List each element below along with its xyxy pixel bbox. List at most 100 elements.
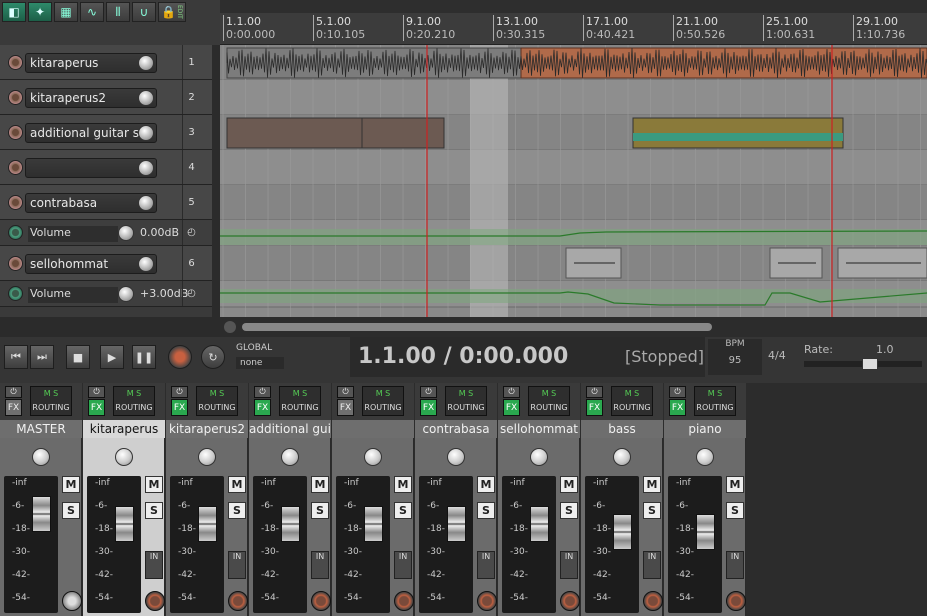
mixer-strip[interactable]: ⏻ FX M S ROUTING sellohommat -inf -6- -18- -30- -…	[498, 383, 580, 616]
power-icon[interactable]: ⏻	[337, 386, 354, 398]
volume-knob[interactable]	[138, 255, 154, 272]
routing-button[interactable]: M S ROUTING	[445, 386, 487, 416]
mixer-strip[interactable]: ⏻ FX M S ROUTING kitaraperus2 -inf -6- -18- -30-…	[166, 383, 248, 616]
scroll-left-icon[interactable]	[224, 321, 236, 333]
fx-button[interactable]: FX	[586, 399, 603, 416]
toolbar-icon-1[interactable]: ◧	[2, 2, 26, 22]
input-button[interactable]: IN	[145, 551, 163, 579]
record-arm-button[interactable]	[726, 591, 746, 611]
mixer-strip[interactable]: ⏻ FX M S ROUTING bass -inf -6- -18- -30- -42- -54-…	[581, 383, 663, 616]
envelope-arm-button[interactable]	[8, 225, 23, 240]
record-arm-button[interactable]	[8, 89, 23, 105]
horizontal-scrollbar[interactable]	[220, 317, 927, 337]
toolbar-icon-4[interactable]: ∿	[80, 2, 104, 22]
routing-button[interactable]: M S ROUTING	[30, 386, 72, 416]
pan-knob[interactable]	[198, 448, 216, 466]
track-row[interactable]: kitaraperus2 2	[0, 80, 212, 115]
track-row[interactable]: sellohommat 6	[0, 246, 212, 281]
mute-button[interactable]: M	[62, 476, 80, 493]
record-button[interactable]	[168, 345, 192, 369]
record-arm-button[interactable]	[643, 591, 663, 611]
pan-knob[interactable]	[613, 448, 631, 466]
routing-button[interactable]: M S ROUTING	[528, 386, 570, 416]
mute-button[interactable]: M	[311, 476, 329, 493]
mute-button[interactable]: M	[394, 476, 412, 493]
routing-button[interactable]: M S ROUTING	[362, 386, 404, 416]
solo-button[interactable]: S	[62, 502, 80, 519]
mixer-strip[interactable]: ⏻ FX M S ROUTING piano -inf -6- -18- -30- -42- -54…	[664, 383, 746, 616]
toolbar-icon-6[interactable]: ∪	[132, 2, 156, 22]
routing-button[interactable]: M S ROUTING	[113, 386, 155, 416]
record-arm-button[interactable]	[8, 194, 23, 210]
envelope-lane[interactable]: Volume 0.00dB ◴	[0, 220, 212, 246]
pause-button[interactable]: ❚❚	[132, 345, 156, 369]
scroll-thumb[interactable]	[242, 323, 712, 331]
volume-knob[interactable]	[138, 89, 154, 106]
mixer-strip[interactable]: ⏻ FX M S ROUTING additional gui -inf -6- -18- -3…	[249, 383, 331, 616]
pan-knob[interactable]	[364, 448, 382, 466]
input-button[interactable]: IN	[311, 551, 329, 579]
input-button[interactable]: IN	[726, 551, 744, 579]
pan-knob[interactable]	[696, 448, 714, 466]
fx-button[interactable]: FX	[5, 399, 22, 416]
mute-button[interactable]: M	[643, 476, 661, 493]
fx-button[interactable]: FX	[254, 399, 271, 416]
solo-button[interactable]: S	[145, 502, 163, 519]
power-icon[interactable]: ⏻	[420, 386, 437, 398]
go-start-button[interactable]: ⏮	[4, 345, 28, 369]
fader-cap[interactable]	[364, 506, 383, 542]
record-arm-button[interactable]	[477, 591, 497, 611]
play-button[interactable]: ▶	[100, 345, 124, 369]
mute-button[interactable]: M	[726, 476, 744, 493]
repeat-button[interactable]: ↻	[201, 345, 225, 369]
routing-button[interactable]: M S ROUTING	[279, 386, 321, 416]
record-arm-button[interactable]	[145, 591, 165, 611]
record-arm-button[interactable]	[228, 591, 248, 611]
arrange-view[interactable]	[220, 45, 927, 317]
track-row[interactable]: 4	[0, 150, 212, 185]
fader-cap[interactable]	[696, 514, 715, 550]
solo-button[interactable]: S	[643, 502, 661, 519]
record-arm-button[interactable]	[394, 591, 414, 611]
pan-knob[interactable]	[281, 448, 299, 466]
track-row[interactable]: contrabasa 5	[0, 185, 212, 220]
toolbar-lock-icon[interactable]: 🔒 EDIT	[158, 2, 186, 22]
stop-button[interactable]: ■	[66, 345, 90, 369]
mixer-strip[interactable]: ⏻ FX M S ROUTING -inf -6- -18- -30- -42- -54- M S IN	[332, 383, 414, 616]
master-strip[interactable]: ⏻ FX M S ROUTING MASTER -inf -6- -18- -30- -42- -5…	[0, 383, 82, 616]
solo-button[interactable]: S	[228, 502, 246, 519]
mixer-strip[interactable]: ⏻ FX M S ROUTING contrabasa -inf -6- -18- -30- -4…	[415, 383, 497, 616]
envelope-lane[interactable]: Volume +3.00dB ◴	[0, 281, 212, 307]
bpm-box[interactable]: BPM 95	[708, 339, 762, 375]
envelope-toggle-icon[interactable]: ◴	[182, 220, 200, 245]
fader-cap[interactable]	[115, 506, 134, 542]
fader-cap[interactable]	[198, 506, 217, 542]
envelope-toggle-icon[interactable]: ◴	[182, 281, 200, 306]
volume-knob[interactable]	[138, 124, 154, 141]
rate-slider-thumb[interactable]	[862, 358, 878, 370]
solo-button[interactable]: S	[560, 502, 578, 519]
track-row[interactable]: kitaraperus 1	[0, 45, 212, 80]
input-button[interactable]: IN	[228, 551, 246, 579]
envelope-arm-button[interactable]	[8, 286, 23, 301]
solo-button[interactable]: S	[311, 502, 329, 519]
mute-button[interactable]: M	[477, 476, 495, 493]
solo-button[interactable]: S	[477, 502, 495, 519]
volume-knob[interactable]	[138, 54, 154, 71]
envelope-knob[interactable]	[118, 225, 134, 241]
power-icon[interactable]: ⏻	[88, 386, 105, 398]
routing-button[interactable]: M S ROUTING	[694, 386, 736, 416]
input-button[interactable]: IN	[477, 551, 495, 579]
mixer-strip[interactable]: ⏻ FX M S ROUTING kitaraperus -inf -6- -18- -30- -…	[83, 383, 165, 616]
fx-button[interactable]: FX	[171, 399, 188, 416]
time-signature[interactable]: 4/4	[768, 349, 786, 362]
record-arm-button[interactable]	[8, 255, 23, 271]
pan-knob[interactable]	[447, 448, 465, 466]
record-arm-button[interactable]	[560, 591, 580, 611]
toolbar-icon-2[interactable]: ✦	[28, 2, 52, 22]
input-button[interactable]: IN	[394, 551, 412, 579]
solo-button[interactable]: S	[394, 502, 412, 519]
rate-slider[interactable]	[804, 358, 922, 370]
toolbar-icon-5[interactable]: ⦀	[106, 2, 130, 22]
fx-button[interactable]: FX	[420, 399, 437, 416]
